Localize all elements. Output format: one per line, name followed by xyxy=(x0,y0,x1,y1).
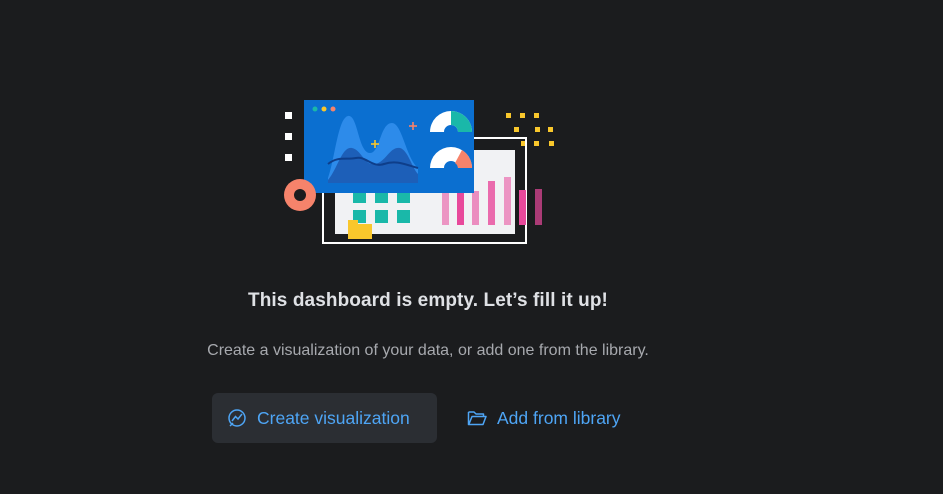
visualization-icon xyxy=(226,407,248,429)
empty-dashboard-illustration xyxy=(284,100,554,244)
create-visualization-label: Create visualization xyxy=(257,407,410,428)
empty-state-title: This dashboard is empty. Let’s fill it u… xyxy=(248,290,608,311)
create-visualization-button[interactable]: Create visualization xyxy=(212,393,437,443)
empty-dashboard-page: This dashboard is empty. Let’s fill it u… xyxy=(0,0,943,494)
add-from-library-button[interactable]: Add from library xyxy=(462,393,652,443)
folder-open-icon xyxy=(466,407,488,429)
add-from-library-label: Add from library xyxy=(497,407,621,428)
empty-state-description: Create a visualization of your data, or … xyxy=(207,342,649,359)
